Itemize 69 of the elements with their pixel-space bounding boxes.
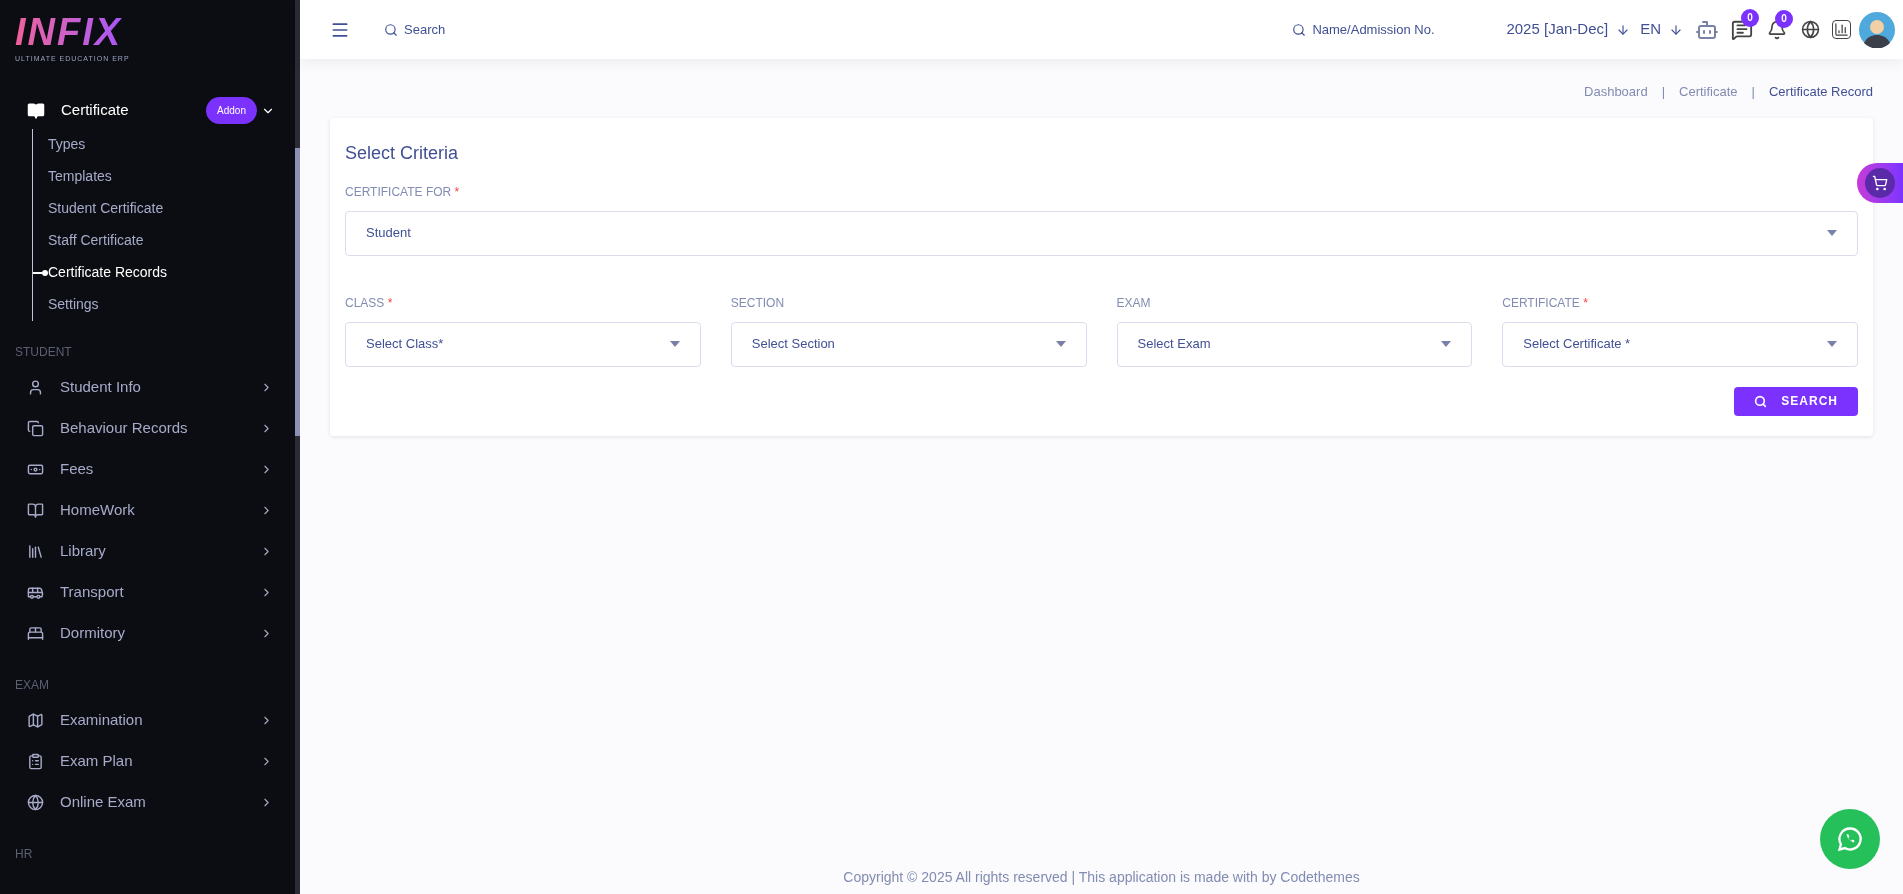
sidebar-menu-item[interactable]: Dormitory bbox=[0, 612, 295, 654]
user-icon bbox=[27, 378, 44, 396]
bed-icon bbox=[27, 624, 44, 642]
sidebar-menu-item[interactable]: Exam Plan bbox=[0, 740, 295, 782]
map-icon bbox=[27, 711, 44, 729]
library-icon bbox=[27, 542, 44, 560]
arrow-down-icon bbox=[1669, 22, 1683, 37]
field-label: CERTIFICATE FOR * bbox=[345, 183, 461, 199]
student-search-field[interactable]: Name/Admission No. bbox=[1312, 19, 1463, 40]
addon-badge: Addon bbox=[206, 97, 257, 124]
search-field[interactable]: Search bbox=[404, 19, 524, 40]
select-dropdown[interactable]: Select Exam bbox=[1116, 321, 1473, 367]
cart-icon bbox=[1872, 175, 1888, 191]
search-icon bbox=[1292, 22, 1307, 37]
breadcrumb-link[interactable]: Certificate Record bbox=[1768, 82, 1873, 102]
field-label: CLASS * bbox=[345, 294, 394, 310]
breadcrumb-separator: | bbox=[1751, 83, 1755, 101]
globe-icon[interactable] bbox=[1801, 20, 1820, 39]
whatsapp-icon bbox=[1836, 825, 1864, 853]
scrollbar[interactable] bbox=[295, 0, 300, 894]
caret-icon bbox=[1827, 230, 1837, 236]
notification-badge: 0 bbox=[1775, 9, 1793, 28]
documents-icon bbox=[27, 419, 44, 437]
cart-button[interactable] bbox=[1857, 163, 1903, 203]
submenu-item[interactable]: Student Certificate bbox=[48, 198, 164, 219]
caret-icon bbox=[1827, 341, 1837, 347]
caret-icon bbox=[1441, 341, 1452, 347]
sidebar-menu-item[interactable]: Examination bbox=[0, 699, 295, 741]
submenu-item[interactable]: Certificate Records bbox=[48, 262, 168, 283]
sidebar-menu-item[interactable]: Fees bbox=[0, 448, 295, 490]
caret-icon bbox=[669, 341, 680, 347]
search-icon bbox=[1754, 394, 1768, 408]
book-icon bbox=[27, 501, 44, 519]
field-label: CERTIFICATE * bbox=[1502, 294, 1589, 310]
sidebar-menu-item[interactable]: Library bbox=[0, 530, 295, 572]
sidebar-menu-item[interactable]: Online Exam bbox=[0, 781, 295, 823]
certificate-for-dropdown[interactable]: Student bbox=[345, 210, 1858, 256]
field-label: EXAM bbox=[1116, 294, 1152, 310]
sidebar-menu-item[interactable]: HomeWork bbox=[0, 489, 295, 531]
footer-text: Copyright © 2025 All rights reserved | This application is made with by Codethemes bbox=[842, 868, 1361, 887]
session-selector[interactable]: 2025 [Jan-Dec] bbox=[1506, 18, 1631, 41]
search-icon bbox=[384, 22, 398, 37]
avatar[interactable] bbox=[1859, 11, 1895, 48]
field-label: SECTION bbox=[730, 294, 786, 310]
submenu-item[interactable]: Staff Certificate bbox=[48, 230, 144, 251]
submenu-item[interactable]: Settings bbox=[48, 294, 99, 315]
language-selector[interactable]: EN bbox=[1640, 18, 1683, 41]
section-title: STUDENT bbox=[14, 343, 73, 361]
sidebar-menu-item[interactable]: Student Info bbox=[0, 366, 295, 408]
search-button[interactable]: SEARCH bbox=[1734, 386, 1858, 416]
select-dropdown[interactable]: Select Class* bbox=[345, 321, 701, 367]
book-icon bbox=[27, 101, 45, 120]
active-dot-icon bbox=[33, 269, 48, 276]
sidebar-menu-item[interactable]: Behaviour Records bbox=[0, 407, 295, 449]
submenu-item[interactable]: Templates bbox=[48, 166, 112, 187]
globe-icon bbox=[27, 793, 44, 811]
sidebar-menu-item[interactable]: Transport bbox=[0, 571, 295, 613]
submenu-item[interactable]: Types bbox=[48, 134, 86, 155]
notification-badge: 0 bbox=[1741, 8, 1759, 27]
select-dropdown[interactable]: Select Certificate * bbox=[1502, 321, 1858, 367]
breadcrumb-separator: | bbox=[1661, 83, 1666, 101]
caret-icon bbox=[1055, 341, 1066, 347]
section-title: EXAM bbox=[14, 676, 50, 694]
sidebar-menu-item[interactable]: Certificate Addon bbox=[0, 94, 295, 127]
select-dropdown[interactable]: Select Section bbox=[730, 321, 1087, 367]
clipboard-icon bbox=[27, 752, 44, 770]
section-title: HR bbox=[14, 845, 34, 863]
chart-icon[interactable] bbox=[1832, 20, 1851, 39]
card-title: Select Criteria bbox=[345, 141, 460, 165]
